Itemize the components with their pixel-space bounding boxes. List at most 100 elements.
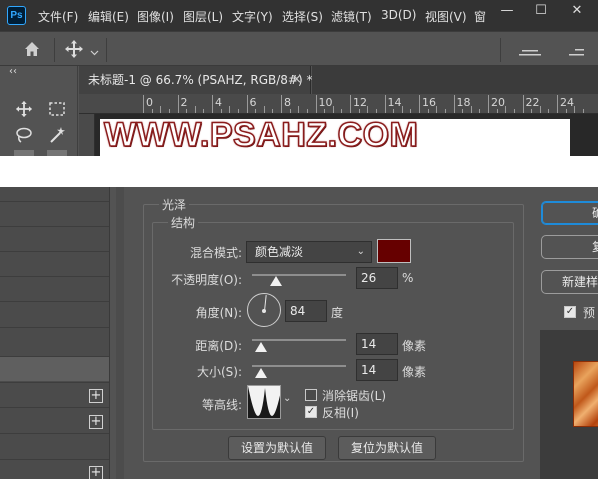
ruler-tick <box>548 109 550 113</box>
move-tool-icon[interactable] <box>64 39 84 59</box>
document-canvas[interactable]: WWW.PSAHZ.COM <box>100 119 570 156</box>
ruler-number: 20 <box>491 96 505 109</box>
angle-input[interactable]: 84 <box>285 300 327 322</box>
close-window-button[interactable]: ✕ <box>560 0 594 24</box>
add-style-plus-icon[interactable]: + <box>89 415 103 429</box>
make-default-button[interactable]: 设置为默认值 <box>228 436 326 460</box>
blend-mode-select[interactable]: 颜色减淡 ⌄ <box>246 241 372 263</box>
ruler-tick <box>419 95 420 113</box>
ok-button[interactable]: 确 <box>541 201 598 225</box>
ruler-tick <box>263 106 265 113</box>
menu-filter[interactable]: 滤镜(T) <box>331 8 372 25</box>
opacity-slider-thumb[interactable] <box>270 276 283 286</box>
ruler-number: 24 <box>560 96 574 109</box>
menu-3d[interactable]: 3D(D) <box>381 8 416 22</box>
ruler-tick <box>410 109 412 113</box>
size-input[interactable]: 14 <box>356 359 398 381</box>
ruler-number: 8 <box>284 96 291 109</box>
add-style-plus-icon[interactable]: + <box>89 466 103 479</box>
new-style-button[interactable]: 新建样 <box>541 270 598 294</box>
group-title: 结构 <box>168 214 199 231</box>
chevron-down-icon[interactable] <box>90 45 99 56</box>
invert-checkbox[interactable]: ✓ <box>305 406 317 418</box>
ruler-tick <box>557 95 558 113</box>
ruler-number: 10 <box>318 96 333 109</box>
reset-default-button[interactable]: 复位为默认值 <box>338 436 436 460</box>
menu-image[interactable]: 图像(I) <box>137 8 174 25</box>
ruler-tick <box>237 109 239 113</box>
menu-view[interactable]: 视图(V) <box>425 8 467 25</box>
menu-window[interactable]: 窗 <box>474 8 486 25</box>
ruler-tick <box>143 95 144 113</box>
distance-slider-thumb[interactable] <box>255 342 268 352</box>
lasso-tool-icon[interactable] <box>12 124 36 146</box>
ruler-tick <box>306 109 308 113</box>
menu-layer[interactable]: 图层(L) <box>183 8 223 25</box>
move-tool-icon[interactable] <box>12 98 36 120</box>
chevron-down-icon[interactable]: ⌄ <box>283 393 291 404</box>
menu-select[interactable]: 选择(S) <box>282 8 323 25</box>
anti-alias-checkbox[interactable] <box>305 389 317 401</box>
style-list-item-satin[interactable] <box>0 357 109 381</box>
ruler-number: 12 <box>353 96 367 109</box>
ruler-tick <box>496 109 498 113</box>
satin-color-swatch[interactable] <box>377 239 411 263</box>
ruler-tick <box>341 109 343 113</box>
vertical-ruler <box>79 114 95 156</box>
horizontal-ruler: 0 2 4 6 8 10 12 14 16 18 20 22 24 <box>79 94 598 114</box>
ruler-tick <box>488 95 489 113</box>
reset-button[interactable]: 复 <box>541 235 598 259</box>
blend-mode-label: 混合模式: <box>189 246 242 260</box>
ruler-tick <box>186 109 188 113</box>
ruler-tick <box>350 95 351 113</box>
angle-dial[interactable] <box>247 293 281 327</box>
ruler-tick <box>531 109 533 113</box>
size-unit: 像素 <box>402 365 427 379</box>
blend-mode-value: 颜色减淡 <box>255 245 304 259</box>
home-icon[interactable] <box>22 39 42 59</box>
layer-style-dialog: + + + 光泽 结构 混合模式: 颜色减淡 ⌄ 不透明度(O): 26 % 角… <box>0 187 598 479</box>
ruler-tick <box>246 95 248 113</box>
tools-panel: ‹‹ <box>0 66 78 156</box>
ruler-tick <box>315 95 317 113</box>
ruler-tick <box>332 106 334 113</box>
menu-edit[interactable]: 编辑(E) <box>88 8 129 25</box>
contour-curve-picker[interactable] <box>247 385 281 419</box>
size-slider-thumb[interactable] <box>255 368 268 378</box>
align-icon[interactable] <box>518 41 542 57</box>
preview-checkbox[interactable]: ✓ <box>564 306 576 318</box>
menu-file[interactable]: 文件(F) <box>38 8 78 25</box>
opacity-input[interactable]: 26 <box>356 267 398 289</box>
ruler-tick <box>177 95 179 113</box>
photoshop-logo: Ps <box>7 6 26 25</box>
close-tab-icon[interactable]: × <box>291 66 302 94</box>
ruler-tick <box>470 106 472 113</box>
menu-type[interactable]: 文字(Y) <box>232 8 273 25</box>
add-style-plus-icon[interactable]: + <box>89 389 103 403</box>
workspace-icon[interactable] <box>566 41 586 57</box>
style-list: + + + <box>0 187 110 479</box>
marquee-tool-icon[interactable] <box>45 98 69 120</box>
anti-alias-label: 消除锯齿(L) <box>322 389 387 403</box>
distance-input[interactable]: 14 <box>356 333 398 355</box>
magic-wand-tool-icon[interactable] <box>45 124 69 146</box>
maximize-button[interactable]: ☐ <box>524 0 558 24</box>
ruler-tick <box>324 109 326 113</box>
ruler-number: 4 <box>215 96 222 109</box>
distance-slider[interactable] <box>252 339 346 341</box>
minimize-button[interactable]: — <box>490 0 524 24</box>
style-list-scrollbar[interactable] <box>116 187 124 479</box>
opacity-label: 不透明度(O): <box>171 273 242 287</box>
opacity-slider[interactable] <box>252 274 346 276</box>
ruler-tick <box>462 109 464 113</box>
canvas-text-layer: WWW.PSAHZ.COM <box>103 119 419 155</box>
ruler-tick <box>289 109 291 113</box>
distance-label: 距离(D): <box>195 339 242 353</box>
ruler-tick <box>281 95 282 113</box>
size-slider[interactable] <box>252 365 346 367</box>
document-tab[interactable]: 未标题-1 @ 66.7% (PSAHZ, RGB/8#) * × <box>79 66 312 94</box>
ruler-tick <box>298 106 300 113</box>
collapse-panel-icon[interactable]: ‹‹ <box>9 66 17 77</box>
preview-thumbnail <box>573 361 598 427</box>
ruler-tick <box>194 106 196 113</box>
